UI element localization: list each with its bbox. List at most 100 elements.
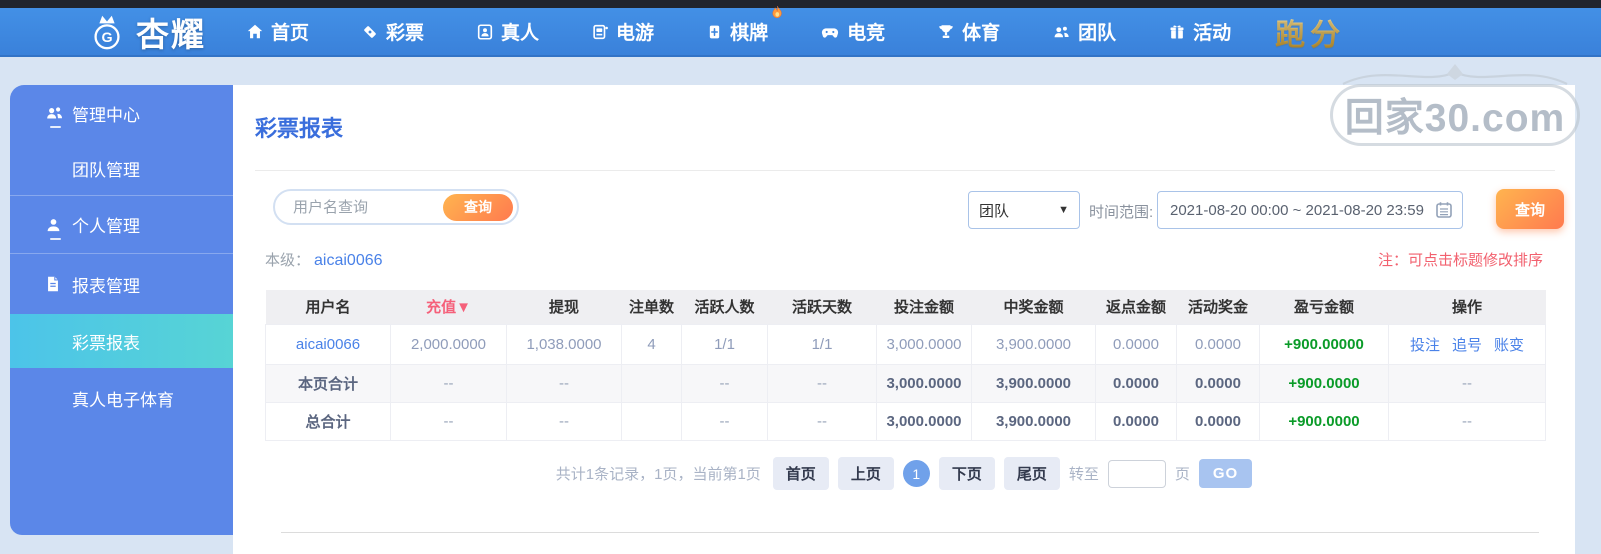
username-search-box: 查询 (273, 189, 519, 225)
date-range-label: 时间范围: (1089, 204, 1154, 221)
page-unit-label: 页 (1174, 466, 1190, 483)
cell: 0.0000 (1176, 363, 1260, 403)
team-icon (1052, 23, 1071, 41)
total-label: 总合计 (265, 401, 391, 441)
first-page-button[interactable]: 首页 (772, 457, 829, 490)
col-username[interactable]: 用户名 (265, 290, 391, 324)
site-watermark: 回家30.com (1330, 64, 1580, 146)
nav-item-activity[interactable]: 活动 (1168, 18, 1231, 45)
action-chase-link[interactable]: 追号 (1452, 334, 1482, 355)
cell: -- (767, 401, 877, 441)
table-row-user: aicai0066 2,000.0000 1,038.0000 4 1/1 1/… (265, 323, 1546, 365)
nav-item-boardgames[interactable]: 棋牌 (706, 5, 782, 45)
cell-withdraw: 1,038.0000 (506, 323, 622, 365)
col-active-days[interactable]: 活跃天数 (767, 290, 877, 324)
current-page-badge[interactable]: 1 (902, 460, 930, 487)
col-active-users[interactable]: 活跃人数 (681, 290, 768, 324)
col-activity-bonus[interactable]: 活动奖金 (1176, 290, 1260, 324)
sort-desc-icon: ▼ (456, 299, 471, 317)
next-page-button[interactable]: 下页 (938, 457, 995, 490)
sidebar-label: 团队管理 (72, 160, 140, 180)
cell (621, 363, 682, 403)
nav-item-sports[interactable]: 体育 (937, 18, 1000, 45)
sidebar-item-management-center[interactable]: 管理中心 (10, 85, 233, 141)
nav-item-paofen[interactable]: 跑分 (1275, 10, 1345, 54)
sidebar-item-lottery-report[interactable]: 彩票报表 (10, 314, 233, 368)
col-bet-count[interactable]: 注单数 (621, 290, 682, 324)
page-title: 彩票报表 (255, 116, 344, 141)
top-dark-strip (0, 0, 1601, 8)
col-profit-amount[interactable]: 盈亏金额 (1259, 290, 1389, 324)
col-operations[interactable]: 操作 (1388, 290, 1546, 324)
cell: -- (506, 401, 622, 441)
col-win-amount[interactable]: 中奖金额 (971, 290, 1096, 324)
nav-label: 棋牌 (730, 23, 769, 44)
cell-profit: +900.00000 (1259, 323, 1389, 365)
sidebar-item-team-management[interactable]: 团队管理 (10, 141, 233, 195)
flourish-ornament-icon (1335, 62, 1575, 93)
chevron-down-icon: ▼ (1058, 204, 1069, 216)
gamepad-icon (820, 23, 840, 41)
nav-item-live[interactable]: 真人 (476, 18, 539, 45)
col-rebate-amount[interactable]: 返点金额 (1095, 290, 1177, 324)
username-search-input[interactable] (293, 198, 443, 216)
goto-label: 转至 (1068, 466, 1099, 483)
nav-item-home[interactable]: 首页 (246, 18, 309, 45)
sidebar-menu: 管理中心 团队管理 个人管理 报表管理 彩票报表 真人电子体育 (10, 85, 233, 535)
goto-page-input[interactable] (1107, 459, 1166, 488)
slot-machine-icon (591, 23, 609, 41)
sidebar-item-personal-management[interactable]: 个人管理 (10, 196, 233, 253)
cell: 3,900.0000 (971, 363, 1096, 403)
col-withdraw[interactable]: 提现 (506, 290, 622, 324)
cell-rebate: 0.0000 (1095, 323, 1177, 365)
nav-label: 体育 (962, 23, 1001, 44)
nav-label: 首页 (271, 23, 310, 44)
cell-deposit: 2,000.0000 (390, 323, 507, 365)
divider (281, 532, 1539, 533)
col-bet-amount[interactable]: 投注金额 (876, 290, 972, 324)
date-range-picker[interactable] (1157, 191, 1463, 229)
nav-item-lottery[interactable]: 彩票 (361, 18, 424, 45)
filter-search-button[interactable]: 查询 (1496, 189, 1564, 229)
cell: 3,000.0000 (876, 401, 972, 441)
nav-item-team[interactable]: 团队 (1052, 18, 1116, 45)
go-button[interactable]: GO (1198, 459, 1253, 488)
cell: -- (506, 363, 622, 403)
cell-active-users: 1/1 (681, 323, 768, 365)
last-page-button[interactable]: 尾页 (1003, 457, 1060, 490)
cell: 3,000.0000 (876, 363, 972, 403)
nav-item-slots[interactable]: 电游 (591, 18, 654, 45)
watermark-text: 回家30.com (1330, 84, 1580, 146)
action-account-change-link[interactable]: 账变 (1494, 334, 1524, 355)
cell-bet-amount: 3,000.0000 (876, 323, 972, 365)
sidebar-label: 报表管理 (72, 276, 140, 296)
level-label: 本级： (265, 252, 311, 269)
cell: -- (1388, 363, 1546, 403)
cell-win-amount: 3,900.0000 (971, 323, 1096, 365)
cell: -- (681, 401, 768, 441)
calendar-icon[interactable] (1434, 200, 1454, 220)
username-link[interactable]: aicai0066 (296, 336, 360, 353)
sidebar-item-live-esports[interactable]: 真人电子体育 (10, 368, 233, 428)
cell-bonus: 0.0000 (1176, 323, 1260, 365)
sidebar-label: 彩票报表 (72, 333, 140, 353)
level-username-link[interactable]: aicai0066 (314, 252, 383, 269)
pagination: 共计1条记录，1页，当前第1页 首页 上页 1 下页 尾页 转至 页 GO (233, 457, 1575, 490)
nav-label: 电游 (616, 23, 655, 44)
scope-select[interactable]: 团队 ▼ (968, 191, 1080, 229)
divider (255, 170, 1555, 171)
cell: -- (390, 363, 507, 403)
table-header-row: 用户名 充值▼ 提现 注单数 活跃人数 活跃天数 投注金额 中奖金额 返点金额 … (265, 290, 1546, 324)
expanded-indicator (50, 126, 61, 128)
sidebar-item-report-management[interactable]: 报表管理 (10, 254, 233, 314)
username-search-button[interactable]: 查询 (443, 193, 513, 221)
nav-item-esports[interactable]: 电竞 (820, 18, 885, 45)
date-range-input[interactable] (1170, 201, 1428, 219)
col-deposit-sorted[interactable]: 充值▼ (390, 290, 507, 324)
sidebar-label: 个人管理 (72, 217, 140, 236)
action-bets-link[interactable]: 投注 (1410, 334, 1440, 355)
cell: -- (1388, 401, 1546, 441)
prev-page-button[interactable]: 上页 (837, 457, 894, 490)
brand-logo[interactable]: G 杏耀 (86, 8, 206, 56)
cell: 0.0000 (1095, 363, 1177, 403)
